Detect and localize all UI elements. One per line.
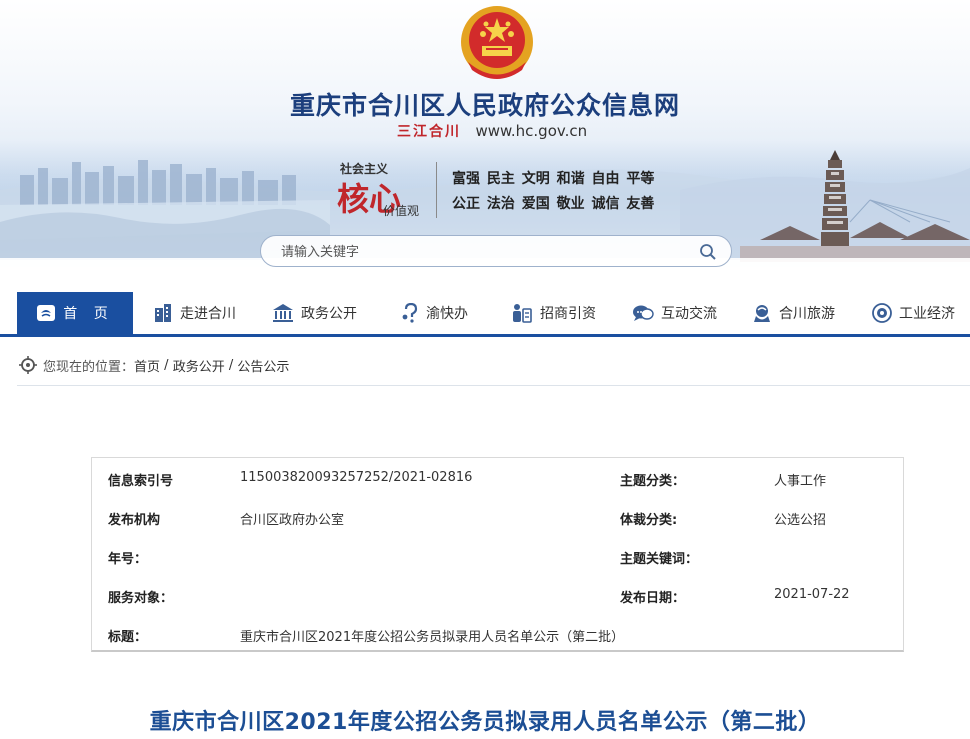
question-person-icon (402, 303, 418, 323)
nav-label-yukuaiban: 渝快办 (426, 306, 468, 322)
org-value: 合川区政府办公室 (240, 513, 345, 528)
home-icon (37, 305, 56, 321)
location-icon (19, 356, 37, 374)
site-url: www.hc.gov.cn (475, 122, 588, 140)
breadcrumb-link-notices[interactable]: 公告公示 (237, 356, 289, 375)
government-building-icon (273, 304, 293, 322)
title-value: 重庆市合川区2021年度公招公务员拟录用人员名单公示（第二批） (240, 630, 625, 645)
search-icon[interactable] (699, 243, 717, 261)
nav-item-tourism[interactable]: 合川旅游 (752, 292, 835, 334)
nav-label-industry: 工业经济 (899, 306, 955, 322)
core-values-row-2: 公正 法治 爱国 敬业 诚信 友善 (452, 196, 655, 212)
nav-label-gov: 政务公开 (301, 306, 357, 322)
site-title: 重庆市合川区人民政府公众信息网 (289, 91, 680, 120)
site-banner: 重庆市合川区人民政府公众信息网 三江合川 www.hc.gov.cn 社会主义 … (0, 0, 970, 292)
nav-item-investment[interactable]: 招商引资 (511, 292, 596, 334)
national-emblem-icon (461, 6, 533, 79)
keywords-label: 主题关键词： (620, 552, 699, 567)
main-nav: 首 页 走进合川 政务公开 渝快办 招商引资 互动交流 合川旅游 工业经济 (0, 292, 970, 337)
audience-label: 服务对象： (108, 591, 174, 606)
breadcrumb: 您现在的位置： 首页 / 政务公开 / 公告公示 (17, 345, 970, 386)
nav-item-industry[interactable]: 工业经济 (872, 292, 955, 334)
core-values-row-1: 富强 民主 文明 和谐 自由 平等 (452, 171, 655, 187)
topic-value: 人事工作 (774, 474, 827, 489)
article-title: 重庆市合川区2021年度公招公务员拟录用人员名单公示（第二批） (149, 710, 821, 735)
topic-label: 主题分类： (620, 474, 686, 489)
title-label: 标题： (108, 630, 148, 645)
nav-item-gov-affairs[interactable]: 政务公开 (272, 292, 357, 334)
nav-item-yukuaiban[interactable]: 渝快办 (401, 292, 468, 334)
year-label: 年号： (108, 552, 148, 567)
breadcrumb-link-gov[interactable]: 政务公开 (173, 356, 225, 375)
date-value: 2021-07-22 (774, 587, 850, 602)
nav-label-investment: 招商引资 (540, 306, 596, 322)
nav-label-about: 走进合川 (180, 306, 236, 322)
chat-icon (633, 305, 654, 321)
nav-item-home[interactable]: 首 页 (17, 292, 133, 334)
travel-icon (754, 305, 770, 322)
nav-item-about-hechuan[interactable]: 走进合川 (153, 292, 236, 334)
breadcrumb-separator: / (224, 357, 238, 373)
building-icon (155, 304, 171, 322)
breadcrumb-link-home[interactable]: 首页 (134, 356, 160, 375)
site-subtitle: 三江合川 www.hc.gov.cn (397, 121, 587, 141)
breadcrumb-lead: 您现在的位置： (43, 359, 135, 375)
calligraphy-text: 三江合川 (397, 124, 461, 140)
nav-label-interaction: 互动交流 (661, 306, 717, 322)
date-label: 发布日期： (620, 591, 686, 606)
core-values-bottom: 价值观 (383, 204, 420, 218)
genre-label: 体裁分类: (620, 513, 678, 528)
genre-value: 公选公招 (774, 513, 827, 528)
search-input[interactable] (279, 241, 683, 263)
search-box (260, 235, 732, 267)
nav-item-interaction[interactable]: 互动交流 (632, 292, 717, 334)
org-label: 发布机构 (108, 513, 161, 528)
document-info-table: 信息索引号 115003820093257252/2021-02816 主题分类… (91, 457, 904, 652)
breadcrumb-separator: / (160, 357, 173, 373)
investment-icon (513, 304, 532, 323)
index-label: 信息索引号 (108, 474, 174, 489)
gear-icon (872, 303, 892, 323)
nav-label-home: 首 页 (63, 306, 114, 322)
core-values-divider (436, 162, 437, 218)
core-values-logo: 社会主义 核心 价值观 (337, 160, 427, 222)
nav-label-tourism: 合川旅游 (779, 306, 835, 322)
index-value: 115003820093257252/2021-02816 (240, 470, 473, 485)
